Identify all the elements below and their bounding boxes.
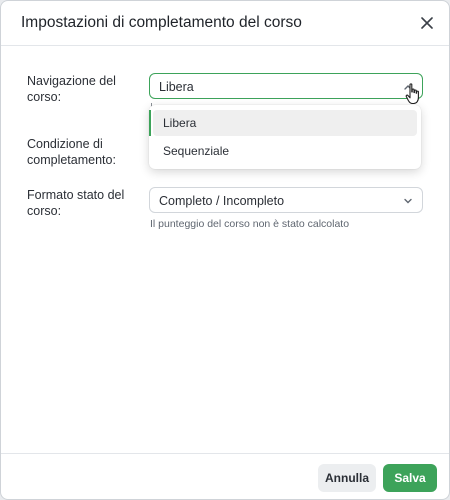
option-label: Sequenziale — [163, 144, 230, 158]
option-libera[interactable]: Libera — [149, 110, 417, 136]
hand-pointer-icon — [405, 83, 421, 105]
completion-condition-label: Condizione di completamento: — [27, 137, 116, 167]
status-format-select[interactable]: Completo / Incompleto — [149, 187, 423, 213]
navigation-dropdown: Libera Sequenziale — [149, 105, 421, 169]
status-format-select-value: Completo / Incompleto — [159, 194, 285, 208]
option-sequenziale[interactable]: Sequenziale — [153, 138, 417, 164]
chevron-down-icon — [402, 195, 414, 207]
dialog-title: Impostazioni di completamento del corso — [21, 14, 302, 31]
completion-settings-dialog: Impostazioni di completamento del corso … — [0, 0, 450, 500]
cancel-button[interactable]: Annulla — [318, 464, 376, 492]
status-format-hint: Il punteggio del corso non è stato calco… — [150, 218, 350, 230]
dialog-header: Impostazioni di completamento del corso — [1, 1, 449, 46]
dialog-footer: Annulla Salva — [1, 453, 449, 499]
status-format-label: Formato stato del corso: — [27, 188, 125, 218]
close-icon[interactable] — [417, 13, 437, 33]
navigation-select[interactable]: Libera — [149, 73, 423, 99]
option-label: Libera — [163, 116, 197, 130]
navigation-label: Navigazione del corso: — [27, 74, 116, 104]
save-button[interactable]: Salva — [383, 464, 437, 492]
navigation-select-value: Libera — [159, 80, 194, 94]
